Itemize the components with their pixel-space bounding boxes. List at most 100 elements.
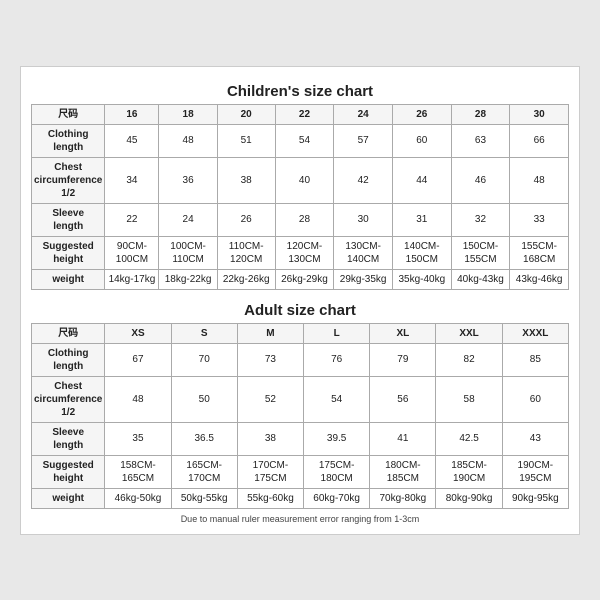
cell-3-0: 158CM-165CM — [105, 455, 171, 488]
table-row: Clothing length4548515457606366 — [32, 124, 569, 157]
row-label-1: Chest circumference 1/2 — [32, 157, 105, 203]
children-table: 尺码1618202224262830 Clothing length454851… — [31, 104, 569, 290]
table-row: Suggested height158CM-165CM165CM-170CM17… — [32, 455, 569, 488]
cell-3-4: 180CM-185CM — [370, 455, 436, 488]
table-row: Chest circumference 1/23436384042444648 — [32, 157, 569, 203]
cell-2-7: 33 — [510, 203, 569, 236]
cell-3-1: 165CM-170CM — [171, 455, 237, 488]
cell-4-6: 40kg-43kg — [451, 269, 510, 289]
cell-4-0: 46kg-50kg — [105, 488, 171, 508]
cell-1-2: 38 — [217, 157, 275, 203]
cell-2-2: 26 — [217, 203, 275, 236]
table-row: Sleeve length2224262830313233 — [32, 203, 569, 236]
cell-4-6: 90kg-95kg — [502, 488, 568, 508]
table-row: Sleeve length3536.53839.54142.543 — [32, 422, 569, 455]
cell-2-5: 42.5 — [436, 422, 502, 455]
cell-4-0: 14kg-17kg — [105, 269, 159, 289]
col-header-5: XL — [370, 323, 436, 343]
cell-2-0: 22 — [105, 203, 159, 236]
cell-4-3: 26kg-29kg — [275, 269, 334, 289]
cell-1-7: 48 — [510, 157, 569, 203]
cell-4-4: 29kg-35kg — [334, 269, 393, 289]
col-header-0: 尺码 — [32, 104, 105, 124]
cell-0-2: 73 — [237, 343, 303, 376]
cell-3-2: 170CM-175CM — [237, 455, 303, 488]
row-label-3: Suggested height — [32, 236, 105, 269]
col-header-4: L — [304, 323, 370, 343]
cell-4-5: 35kg-40kg — [392, 269, 451, 289]
cell-4-5: 80kg-90kg — [436, 488, 502, 508]
col-header-6: 26 — [392, 104, 451, 124]
cell-0-1: 70 — [171, 343, 237, 376]
cell-2-4: 30 — [334, 203, 393, 236]
col-header-3: 20 — [217, 104, 275, 124]
cell-4-4: 70kg-80kg — [370, 488, 436, 508]
col-header-5: 24 — [334, 104, 393, 124]
cell-2-6: 43 — [502, 422, 568, 455]
cell-1-1: 36 — [159, 157, 217, 203]
cell-0-0: 67 — [105, 343, 171, 376]
cell-0-0: 45 — [105, 124, 159, 157]
children-title: Children's size chart — [31, 83, 569, 100]
row-label-2: Sleeve length — [32, 203, 105, 236]
disclaimer: Due to manual ruler measurement error ra… — [31, 514, 569, 524]
col-header-1: XS — [105, 323, 171, 343]
cell-0-5: 60 — [392, 124, 451, 157]
col-header-4: 22 — [275, 104, 334, 124]
col-header-2: S — [171, 323, 237, 343]
cell-0-3: 76 — [304, 343, 370, 376]
cell-2-1: 36.5 — [171, 422, 237, 455]
cell-4-2: 55kg-60kg — [237, 488, 303, 508]
cell-0-3: 54 — [275, 124, 334, 157]
row-label-2: Sleeve length — [32, 422, 105, 455]
cell-1-0: 48 — [105, 376, 171, 422]
row-label-3: Suggested height — [32, 455, 105, 488]
row-label-0: Clothing length — [32, 124, 105, 157]
cell-4-2: 22kg-26kg — [217, 269, 275, 289]
cell-3-1: 100CM-110CM — [159, 236, 217, 269]
col-header-8: 30 — [510, 104, 569, 124]
cell-1-6: 60 — [502, 376, 568, 422]
cell-2-5: 31 — [392, 203, 451, 236]
cell-4-1: 18kg-22kg — [159, 269, 217, 289]
table-row: Clothing length67707376798285 — [32, 343, 569, 376]
cell-2-0: 35 — [105, 422, 171, 455]
col-header-7: XXXL — [502, 323, 568, 343]
cell-3-3: 175CM-180CM — [304, 455, 370, 488]
adult-title: Adult size chart — [31, 302, 569, 319]
adult-table: 尺码XSSMLXLXXLXXXL Clothing length67707376… — [31, 323, 569, 509]
table-row: Chest circumference 1/248505254565860 — [32, 376, 569, 422]
cell-0-5: 82 — [436, 343, 502, 376]
cell-2-6: 32 — [451, 203, 510, 236]
row-label-1: Chest circumference 1/2 — [32, 376, 105, 422]
row-label-4: weight — [32, 488, 105, 508]
cell-0-7: 66 — [510, 124, 569, 157]
cell-0-2: 51 — [217, 124, 275, 157]
cell-2-4: 41 — [370, 422, 436, 455]
cell-2-3: 39.5 — [304, 422, 370, 455]
table-row: Suggested height90CM-100CM100CM-110CM110… — [32, 236, 569, 269]
cell-0-6: 85 — [502, 343, 568, 376]
row-label-0: Clothing length — [32, 343, 105, 376]
cell-2-3: 28 — [275, 203, 334, 236]
cell-1-4: 42 — [334, 157, 393, 203]
row-label-4: weight — [32, 269, 105, 289]
cell-3-5: 140CM-150CM — [392, 236, 451, 269]
col-header-7: 28 — [451, 104, 510, 124]
cell-1-2: 52 — [237, 376, 303, 422]
cell-1-4: 56 — [370, 376, 436, 422]
cell-1-5: 44 — [392, 157, 451, 203]
col-header-0: 尺码 — [32, 323, 105, 343]
cell-0-1: 48 — [159, 124, 217, 157]
chart-container: Children's size chart 尺码1618202224262830… — [20, 66, 580, 535]
cell-2-2: 38 — [237, 422, 303, 455]
cell-3-7: 155CM-168CM — [510, 236, 569, 269]
cell-1-6: 46 — [451, 157, 510, 203]
cell-4-3: 60kg-70kg — [304, 488, 370, 508]
cell-4-1: 50kg-55kg — [171, 488, 237, 508]
cell-0-4: 79 — [370, 343, 436, 376]
cell-1-5: 58 — [436, 376, 502, 422]
cell-1-1: 50 — [171, 376, 237, 422]
cell-1-0: 34 — [105, 157, 159, 203]
cell-3-6: 190CM-195CM — [502, 455, 568, 488]
